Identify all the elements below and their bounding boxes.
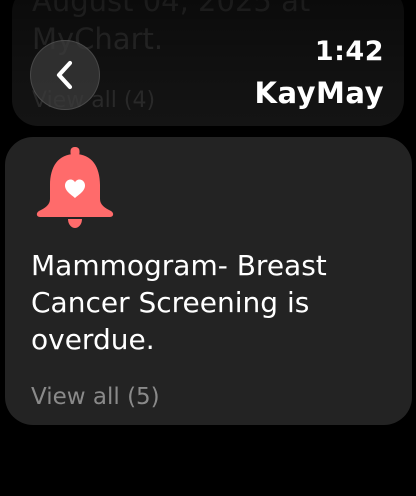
bell-heart-icon [36, 147, 114, 228]
chevron-left-icon [56, 60, 73, 90]
status-time: 1:42 [314, 36, 384, 67]
back-button[interactable] [30, 40, 100, 110]
view-all-link[interactable]: View all (5) [31, 384, 160, 410]
app-name: KayMay [254, 76, 384, 110]
notification-card[interactable]: Mammogram- Breast Cancer Screening is ov… [5, 137, 412, 425]
notification-message: Mammogram- Breast Cancer Screening is ov… [31, 249, 327, 356]
